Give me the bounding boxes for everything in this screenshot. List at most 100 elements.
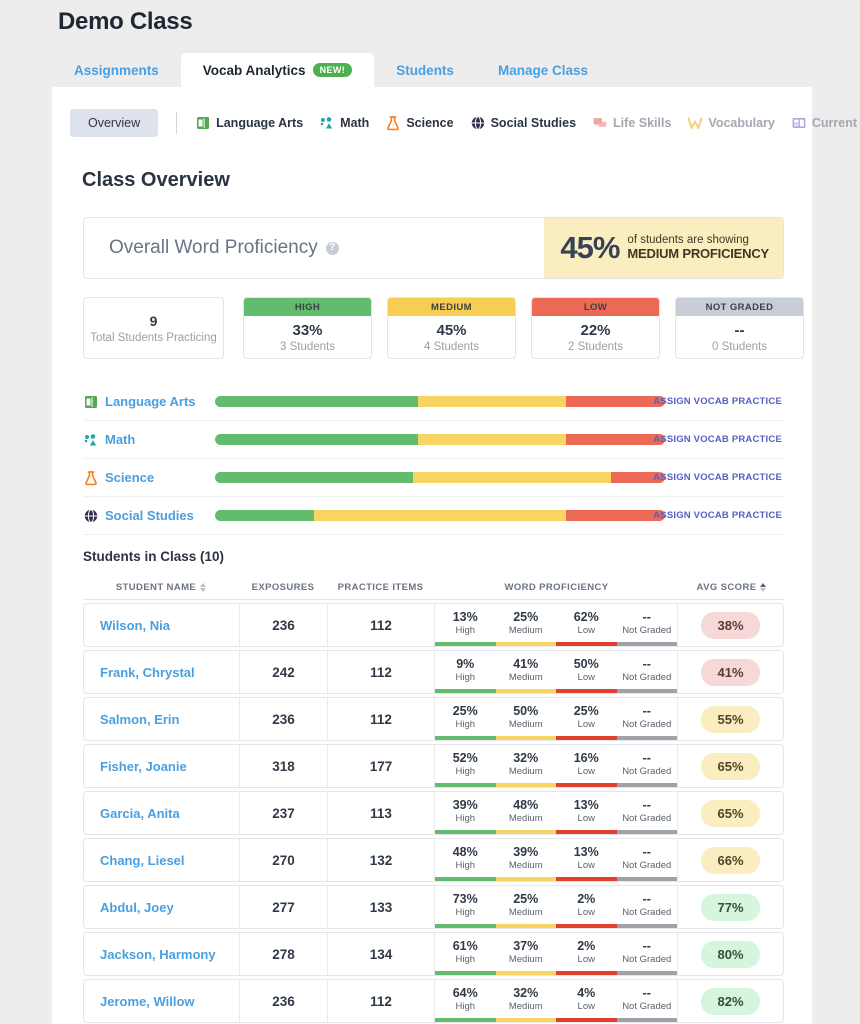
assign-vocab-practice-link[interactable]: ASSIGN VOCAB PRACTICE xyxy=(653,396,782,407)
table-row[interactable]: Jerome, Willow 236 112 64% High 32% Medi… xyxy=(83,979,784,1023)
student-name-link[interactable]: Fisher, Joanie xyxy=(100,759,187,774)
sort-arrows-icon[interactable] xyxy=(200,583,207,592)
proficiency-bar-segment xyxy=(566,396,665,407)
table-row[interactable]: Wilson, Nia 236 112 13% High 25% Medium … xyxy=(83,603,784,647)
tab-students[interactable]: Students xyxy=(374,53,476,87)
proficiency-mini-bar xyxy=(556,642,617,646)
proficiency-percent: 2% xyxy=(577,892,596,906)
banner-label-text: Overall Word Proficiency xyxy=(109,237,318,258)
subject-nav-label: Science xyxy=(406,116,454,130)
proficiency-percent: 16% xyxy=(573,751,599,765)
new-badge: NEW! xyxy=(312,63,353,77)
tab-assignments[interactable]: Assignments xyxy=(52,53,181,87)
student-name-link[interactable]: Salmon, Erin xyxy=(100,712,179,727)
proficiency-mini-bar xyxy=(616,971,677,975)
practice-items-cell: 133 xyxy=(328,886,435,928)
subject-row: Science ASSIGN VOCAB PRACTICE xyxy=(83,459,784,497)
subject-row-name[interactable]: Math xyxy=(83,432,215,448)
proficiency-percent: 62% xyxy=(573,610,599,624)
proficiency-percent: -- xyxy=(642,751,651,765)
proficiency-medium: 48% Medium xyxy=(496,792,557,834)
stat-card-total-students: 9 Total Students Practicing xyxy=(83,297,224,359)
proficiency-label: Medium xyxy=(508,954,543,965)
table-body: Wilson, Nia 236 112 13% High 25% Medium … xyxy=(83,603,784,1023)
table-row[interactable]: Fisher, Joanie 318 177 52% High 32% Medi… xyxy=(83,744,784,788)
proficiency-label: High xyxy=(455,1001,476,1012)
proficiency-label: High xyxy=(455,907,476,918)
student-name-cell: Frank, Chrystal xyxy=(84,651,240,693)
proficiency-low: 13% Low xyxy=(556,792,617,834)
sort-arrows-icon[interactable] xyxy=(760,583,767,592)
proficiency-group: 73% High 25% Medium 2% Low -- Not Graded xyxy=(435,886,677,928)
column-header-student-name[interactable]: STUDENT NAME xyxy=(83,582,239,593)
proficiency-mini-bar xyxy=(616,830,677,834)
student-name-link[interactable]: Frank, Chrystal xyxy=(100,665,195,680)
proficiency-percent: 9% xyxy=(456,657,475,671)
stat-card-count: 4 Students xyxy=(424,340,479,353)
question-mark-icon[interactable]: ? xyxy=(325,241,339,255)
student-name-link[interactable]: Garcia, Anita xyxy=(100,806,180,821)
proficiency-mini-bar xyxy=(495,783,556,787)
proficiency-percent: 2% xyxy=(577,939,596,953)
student-name-link[interactable]: Chang, Liesel xyxy=(100,853,185,868)
stat-card-percent: 33% xyxy=(292,321,323,339)
exposures-cell: 237 xyxy=(240,792,328,834)
subject-nav-life-skills[interactable]: Life Skills xyxy=(592,115,671,131)
student-name-link[interactable]: Wilson, Nia xyxy=(100,618,170,633)
word-proficiency-cell: 13% High 25% Medium 62% Low -- Not Grade… xyxy=(435,604,678,646)
table-row[interactable]: Jackson, Harmony 278 134 61% High 37% Me… xyxy=(83,932,784,976)
avg-score-badge: 41% xyxy=(701,658,760,686)
assign-vocab-practice-link[interactable]: ASSIGN VOCAB PRACTICE xyxy=(653,510,782,521)
stat-card-medium: MEDIUM 45% 4 Students xyxy=(387,297,516,359)
subject-row-name[interactable]: Social Studies xyxy=(83,508,215,524)
practice-items-value: 132 xyxy=(369,852,393,868)
proficiency-medium: 50% Medium xyxy=(496,698,557,740)
assign-vocab-practice-link[interactable]: ASSIGN VOCAB PRACTICE xyxy=(653,472,782,483)
proficiency-percent: 32% xyxy=(513,986,539,1000)
practice-items-value: 113 xyxy=(370,805,392,821)
student-name-link[interactable]: Jackson, Harmony xyxy=(100,947,216,962)
tab-manage-class[interactable]: Manage Class xyxy=(476,53,610,87)
book-icon xyxy=(85,395,97,408)
proficiency-mini-bar xyxy=(616,642,677,646)
proficiency-mini-bar xyxy=(556,736,617,740)
math-icon xyxy=(84,433,97,445)
subject-nav-social-studies[interactable]: Social Studies xyxy=(470,115,576,131)
proficiency-mini-bar xyxy=(495,830,556,834)
flask-icon xyxy=(387,116,400,131)
proficiency-label: Not Graded xyxy=(622,625,672,636)
table-header: STUDENT NAME EXPOSURES PRACTICE ITEMS WORD … xyxy=(83,576,784,600)
overview-button[interactable]: Overview xyxy=(70,109,159,137)
student-name-link[interactable]: Abdul, Joey xyxy=(100,900,174,915)
proficiency-label: Medium xyxy=(508,1001,543,1012)
subject-nav-current-events[interactable]: Current Events xyxy=(791,115,860,131)
student-name-link[interactable]: Jerome, Willow xyxy=(100,994,195,1009)
proficiency-bar-segment xyxy=(314,510,566,521)
subject-row-name[interactable]: Language Arts xyxy=(83,394,215,410)
proficiency-mini-bars xyxy=(435,736,677,740)
proficiency-label: Not Graded xyxy=(622,860,672,871)
assign-vocab-practice-link[interactable]: ASSIGN VOCAB PRACTICE xyxy=(653,434,782,445)
column-header-label: PRACTICE ITEMS xyxy=(337,582,424,593)
subject-nav-language-arts[interactable]: Language Arts xyxy=(195,115,303,131)
stat-cards: 9 Total Students Practicing HIGH 33% 3 St… xyxy=(83,297,804,359)
subject-row-name[interactable]: Science xyxy=(83,470,215,486)
proficiency-bar-segment xyxy=(215,396,418,407)
table-row[interactable]: Frank, Chrystal 242 112 9% High 41% Medi… xyxy=(83,650,784,694)
table-row[interactable]: Garcia, Anita 237 113 39% High 48% Mediu… xyxy=(83,791,784,835)
column-header-avg-score[interactable]: AVG SCORE xyxy=(679,582,784,593)
subject-nav-science[interactable]: Science xyxy=(385,115,454,131)
column-header-label: STUDENT NAME xyxy=(115,582,197,593)
proficiency-mini-bar xyxy=(435,877,496,881)
globe-icon xyxy=(471,116,484,130)
table-row[interactable]: Abdul, Joey 277 133 73% High 25% Medium … xyxy=(83,885,784,929)
proficiency-not-graded: -- Not Graded xyxy=(617,839,678,881)
tab-vocab-analytics[interactable]: Vocab Analytics NEW! xyxy=(180,53,375,87)
table-row[interactable]: Chang, Liesel 270 132 48% High 39% Mediu… xyxy=(83,838,784,882)
proficiency-low: 62% Low xyxy=(556,604,617,646)
proficiency-label: High xyxy=(455,860,476,871)
subject-nav-math[interactable]: Math xyxy=(319,115,369,131)
subject-nav-vocabulary[interactable]: Vocabulary xyxy=(687,115,775,131)
nav-divider xyxy=(176,112,178,134)
table-row[interactable]: Salmon, Erin 236 112 25% High 50% Medium… xyxy=(83,697,784,741)
